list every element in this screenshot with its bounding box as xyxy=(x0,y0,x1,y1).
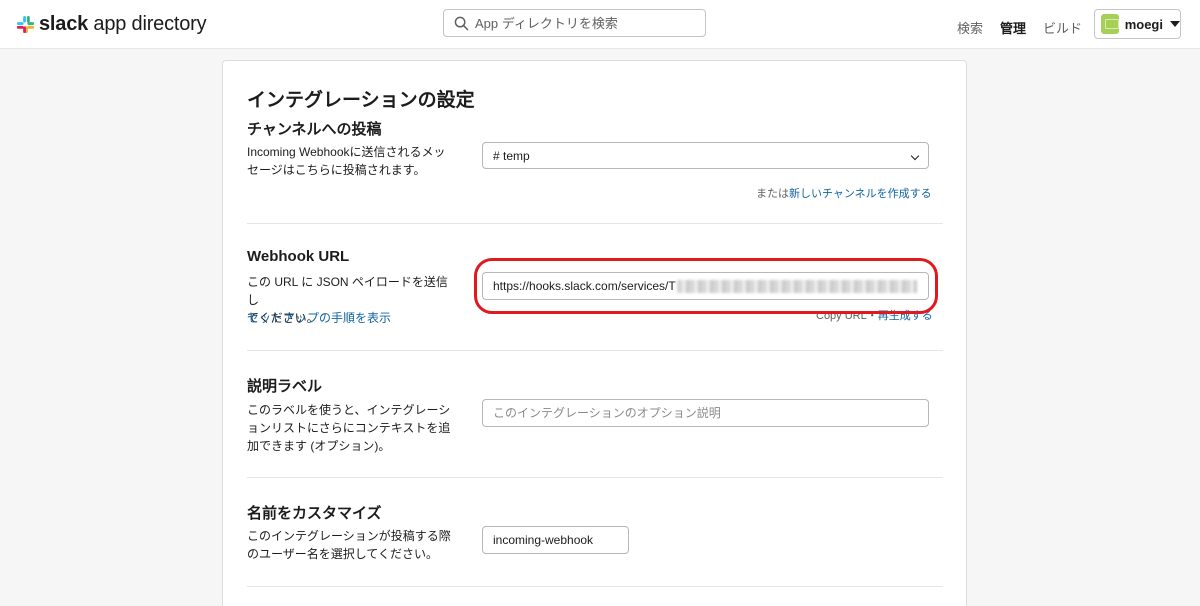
account-menu-button[interactable]: moegi xyxy=(1094,9,1181,39)
chevron-down-icon xyxy=(910,151,920,161)
redacted-token xyxy=(676,279,917,293)
webhook-url-actions: Copy URL・再生成する xyxy=(816,310,933,322)
setup-instructions-link[interactable]: セットアップの手順を表示 xyxy=(247,309,391,326)
descriptive-label-description: このラベルを使うと、インテグレーシ ョンリストにさらにコンテキストを追 加できま… xyxy=(247,403,451,453)
create-channel-helper: または新しいチャンネルを作成する xyxy=(756,188,932,200)
descriptive-label-title: 説明ラベル xyxy=(247,378,323,395)
avatar-icon xyxy=(1101,14,1119,34)
channel-select-value: # temp xyxy=(493,148,530,163)
regenerate-link[interactable]: 再生成する xyxy=(878,310,933,322)
webhook-url-value: https://hooks.slack.com/services/T xyxy=(493,279,676,293)
app-directory-search[interactable] xyxy=(443,9,706,37)
search-icon xyxy=(454,16,469,30)
top-bar: slack app directory 検索 管理 ビルド moegi xyxy=(0,0,1200,49)
post-to-channel-title: チャンネルへの投稿 xyxy=(247,121,382,138)
create-new-channel-link[interactable]: 新しいチャンネルを作成する xyxy=(789,188,932,200)
account-name: moegi xyxy=(1124,16,1163,32)
nav-build-link[interactable]: ビルド xyxy=(1043,18,1082,37)
post-to-channel-description: Incoming Webhookに送信されるメッ セージはこちらに投稿されます。 xyxy=(247,145,446,177)
descriptive-label-field[interactable] xyxy=(482,399,929,427)
integration-settings-card: インテグレーションの設定 チャンネルへの投稿 Incoming Webhookに… xyxy=(222,60,967,606)
nav-manage-link[interactable]: 管理 xyxy=(1000,18,1026,37)
slack-logo-icon xyxy=(16,15,35,33)
divider xyxy=(247,223,943,224)
page-title: インテグレーションの設定 xyxy=(247,90,475,111)
webhook-url-title: Webhook URL xyxy=(247,248,350,265)
logo-text: slack app directory xyxy=(39,12,207,35)
channel-select[interactable]: # temp xyxy=(482,142,929,169)
nav-search-link[interactable]: 検索 xyxy=(957,18,983,37)
copy-url-link[interactable]: Copy URL xyxy=(816,310,867,322)
customize-name-description: このインテグレーションが投稿する際 のユーザー名を選択してください。 xyxy=(247,529,451,561)
divider xyxy=(247,586,943,587)
descriptive-label-input[interactable] xyxy=(493,406,928,420)
customize-name-input[interactable] xyxy=(493,533,628,547)
search-input[interactable] xyxy=(475,15,695,31)
divider xyxy=(247,477,943,478)
divider xyxy=(247,350,943,351)
customize-name-field[interactable] xyxy=(482,526,629,554)
webhook-url-field[interactable]: https://hooks.slack.com/services/T xyxy=(482,272,929,300)
caret-down-icon xyxy=(1170,21,1180,27)
customize-name-title: 名前をカスタマイズ xyxy=(247,505,382,522)
slack-app-directory-logo[interactable]: slack app directory xyxy=(16,12,207,36)
